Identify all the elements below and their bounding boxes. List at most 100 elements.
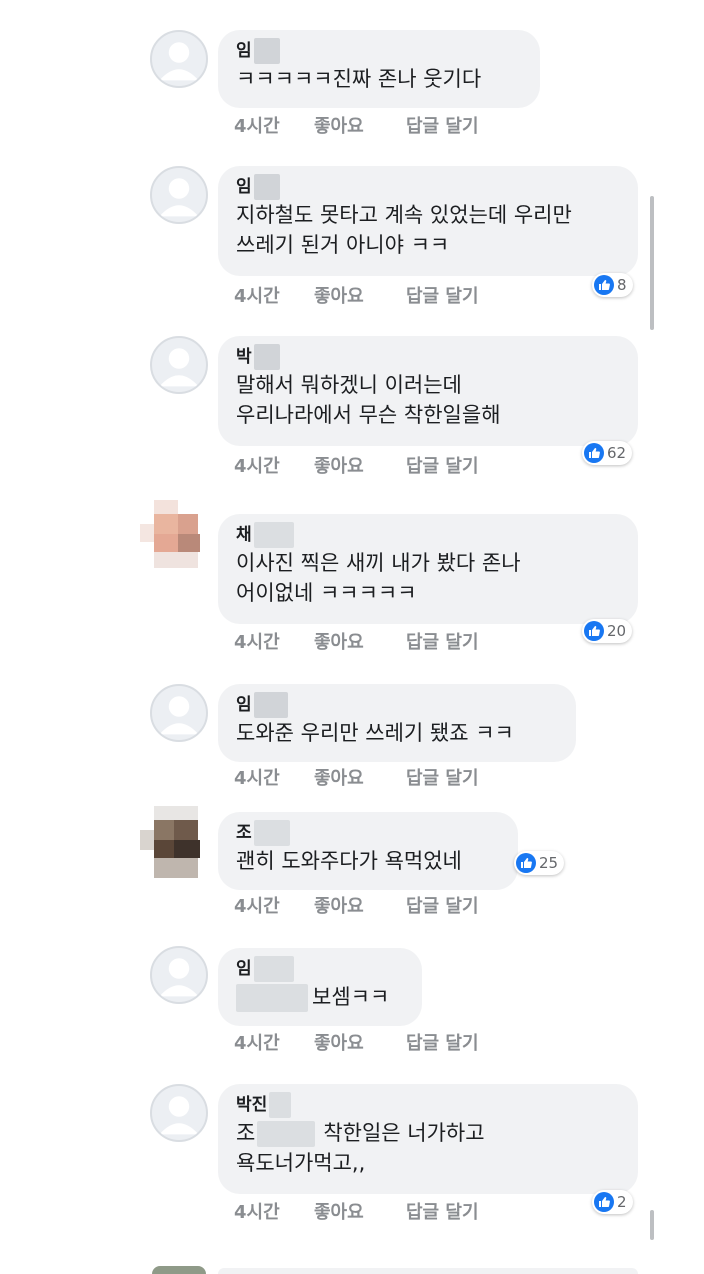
reaction-count[interactable]: 8 — [592, 273, 633, 297]
reply-button[interactable]: 답글 달기 — [406, 282, 479, 308]
next-comment-avatar-partial — [152, 1266, 206, 1274]
like-button[interactable]: 좋아요 — [314, 1198, 406, 1224]
like-button[interactable]: 좋아요 — [314, 892, 406, 918]
comment-time[interactable]: 4시간 — [234, 282, 314, 308]
comment-text-line: 말해서 뭐하겠니 이러는데 — [236, 373, 462, 397]
reply-button[interactable]: 답글 달기 — [406, 628, 479, 654]
comment-time[interactable]: 4시간 — [234, 764, 314, 790]
reaction-number: 8 — [617, 276, 627, 294]
reply-button[interactable]: 답글 달기 — [406, 452, 479, 478]
thumbs-up-icon — [594, 275, 614, 295]
comment-time[interactable]: 4시간 — [234, 452, 314, 478]
person-silhouette-icon — [159, 348, 199, 387]
reaction-count[interactable]: 2 — [592, 1190, 633, 1214]
comment-actions: 4시간 좋아요 답글 달기 — [234, 628, 479, 654]
comment-text-line: 욕도너가먹고,, — [236, 1151, 366, 1175]
comment-bubble: 채 이사진 찍은 새끼 내가 봤다 존나 어이없네 ㅋㅋㅋㅋㅋ — [218, 514, 638, 624]
comment-actions: 4시간 좋아요 답글 달기 — [234, 1029, 479, 1055]
commenter-name[interactable]: 임 — [236, 38, 522, 64]
reaction-count[interactable]: 62 — [582, 441, 633, 465]
comment-text-line: 쓰레기 된거 아니야 ㅋㅋ — [236, 233, 450, 257]
comment-time[interactable]: 4시간 — [234, 1029, 314, 1055]
commenter-name[interactable]: 박진 — [236, 1092, 620, 1118]
like-button[interactable]: 좋아요 — [314, 1029, 406, 1055]
avatar-photo[interactable] — [140, 806, 212, 882]
redacted-text-blur — [236, 984, 308, 1012]
avatar-photo[interactable] — [140, 500, 212, 572]
reply-button[interactable]: 답글 달기 — [406, 892, 479, 918]
reply-button[interactable]: 답글 달기 — [406, 1198, 479, 1224]
avatar[interactable] — [150, 336, 208, 394]
reaction-number: 25 — [539, 854, 559, 872]
comment-actions: 4시간 좋아요 답글 달기 — [234, 764, 479, 790]
thumbs-up-icon — [594, 1192, 614, 1212]
person-silhouette-icon — [159, 178, 199, 217]
comment-bubble: 조 괜히 도와주다가 욕먹었네 — [218, 812, 518, 890]
comment-time[interactable]: 4시간 — [234, 892, 314, 918]
comment-actions: 4시간 좋아요 답글 달기 — [234, 452, 479, 478]
avatar[interactable] — [150, 684, 208, 742]
comment-text: 괜히 도와주다가 욕먹었네 — [236, 849, 462, 873]
comment-text: ㅋㅋㅋㅋㅋ진짜 존나 웃기다 — [236, 67, 482, 91]
commenter-name[interactable]: 임 — [236, 174, 620, 200]
like-button[interactable]: 좋아요 — [314, 282, 406, 308]
comment-text-line: 이사진 찍은 새끼 내가 봤다 존나 — [236, 551, 521, 575]
commenter-name[interactable]: 조 — [236, 820, 500, 846]
thumbs-up-icon — [584, 621, 604, 641]
avatar[interactable] — [150, 30, 208, 88]
redacted-mention-blur — [257, 1121, 316, 1147]
comment-bubble: 임 ㅋㅋㅋㅋㅋ진짜 존나 웃기다 — [218, 30, 540, 108]
redacted-name-blur — [253, 956, 294, 982]
commenter-name[interactable]: 박 — [236, 344, 620, 370]
comment-actions: 4시간 좋아요 답글 달기 — [234, 892, 479, 918]
reply-button[interactable]: 답글 달기 — [406, 764, 479, 790]
comment-text: 도와준 우리만 쓰레기 됐죠 ㅋㅋ — [236, 721, 514, 745]
comment-time[interactable]: 4시간 — [234, 1198, 314, 1224]
avatar[interactable] — [150, 946, 208, 1004]
reaction-number: 20 — [607, 622, 627, 640]
comment-time[interactable]: 4시간 — [234, 628, 314, 654]
redacted-name-blur — [269, 1092, 292, 1118]
comment-text-line: 조 착한일은 너가하고 — [236, 1118, 620, 1148]
commenter-name[interactable]: 채 — [236, 522, 620, 548]
person-silhouette-icon — [159, 958, 199, 997]
redacted-name-blur — [253, 38, 280, 64]
reply-button[interactable]: 답글 달기 — [406, 1029, 479, 1055]
like-button[interactable]: 좋아요 — [314, 452, 406, 478]
reaction-number: 2 — [617, 1193, 627, 1211]
comment-actions: 4시간 좋아요 답글 달기 — [234, 282, 479, 308]
redacted-name-blur — [253, 344, 280, 370]
scrollbar-thumb[interactable] — [650, 196, 654, 330]
redacted-name-blur — [253, 820, 290, 846]
comment-text-line: 지하철도 못타고 계속 있었는데 우리만 — [236, 203, 572, 227]
reply-button[interactable]: 답글 달기 — [406, 112, 479, 138]
redacted-name-blur — [253, 174, 280, 200]
avatar[interactable] — [150, 166, 208, 224]
person-silhouette-icon — [159, 42, 199, 81]
person-silhouette-icon — [159, 696, 199, 735]
thumbs-up-icon — [516, 853, 536, 873]
scrollbar-thumb-lower[interactable] — [650, 1210, 654, 1240]
reaction-number: 62 — [607, 444, 627, 462]
comment-actions: 4시간 좋아요 답글 달기 — [234, 112, 479, 138]
reaction-count[interactable]: 20 — [582, 619, 633, 643]
comment-text: 보셈ㅋㅋ — [236, 982, 404, 1012]
like-button[interactable]: 좋아요 — [314, 628, 406, 654]
reaction-count[interactable]: 25 — [514, 851, 565, 875]
next-comment-bubble-partial — [218, 1268, 638, 1274]
comment-bubble: 임 지하철도 못타고 계속 있었는데 우리만 쓰레기 된거 아니야 ㅋㅋ — [218, 166, 638, 276]
comment-bubble: 박 말해서 뭐하겠니 이러는데 우리나라에서 무슨 착한일을해 — [218, 336, 638, 446]
commenter-name[interactable]: 임 — [236, 692, 558, 718]
comment-actions: 4시간 좋아요 답글 달기 — [234, 1198, 479, 1224]
commenter-name[interactable]: 임 — [236, 956, 404, 982]
comment-text-visible: 착한일은 너가하고 — [323, 1121, 485, 1145]
mentioned-name[interactable]: 조 — [236, 1121, 255, 1145]
like-button[interactable]: 좋아요 — [314, 764, 406, 790]
like-button[interactable]: 좋아요 — [314, 112, 406, 138]
avatar[interactable] — [150, 1084, 208, 1142]
comment-time[interactable]: 4시간 — [234, 112, 314, 138]
comment-bubble: 박진 조 착한일은 너가하고 욕도너가먹고,, — [218, 1084, 638, 1194]
comment-text-line: 어이없네 ㅋㅋㅋㅋㅋ — [236, 581, 417, 605]
comment-bubble: 임 보셈ㅋㅋ — [218, 948, 422, 1026]
thumbs-up-icon — [584, 443, 604, 463]
